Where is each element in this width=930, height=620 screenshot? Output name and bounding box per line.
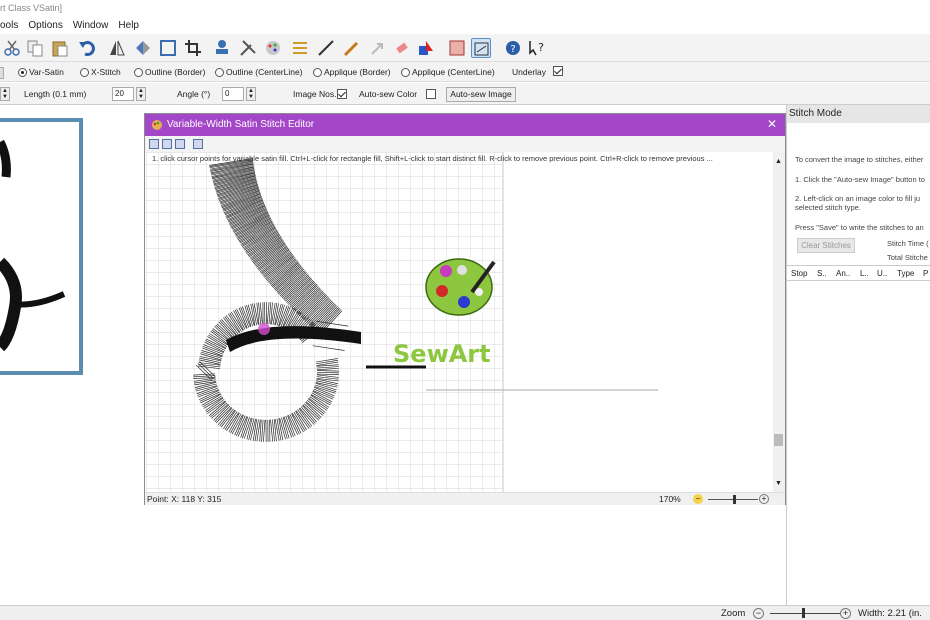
editor-status-bar: Point: X: 118 Y: 315 170% − +: [145, 492, 785, 505]
help-icon[interactable]: ?: [503, 38, 523, 58]
length-spinner[interactable]: ▲ ▼: [136, 87, 146, 101]
frame-icon[interactable]: [158, 38, 178, 58]
zoom-slider-thumb[interactable]: [733, 495, 736, 504]
image-nos-checkbox[interactable]: [337, 88, 347, 99]
underlay-checkbox[interactable]: [553, 66, 563, 76]
mode-outline-centerline[interactable]: Outline (CenterLine): [215, 67, 303, 77]
column-header[interactable]: Stop: [791, 269, 807, 278]
length-input[interactable]: 20: [112, 87, 134, 101]
eraser-icon[interactable]: [392, 38, 412, 58]
save-icon[interactable]: [149, 139, 159, 149]
angle-input[interactable]: 0: [222, 87, 244, 101]
stitch-table-header: Stop S.. An.. L.. U.. Type P: [787, 265, 930, 281]
cut-icon[interactable]: [2, 38, 22, 58]
length-prev-spinner[interactable]: ▲ ▼: [0, 87, 10, 101]
mode-applique-border[interactable]: Applique (Border): [313, 67, 391, 77]
editor-app-icon: [151, 119, 163, 131]
angle-spinner[interactable]: ▲ ▼: [246, 87, 256, 101]
zoom-percent: 170%: [659, 494, 681, 504]
editor-toolbar: [145, 136, 785, 152]
panel-text-line: Press "Save" to write the stitches to an: [795, 223, 924, 232]
auto-sew-image-button[interactable]: Auto-sew Image: [446, 87, 516, 102]
svg-text:?: ?: [510, 44, 515, 55]
image-icon[interactable]: [175, 139, 185, 149]
main-zoom-slider[interactable]: [770, 613, 840, 614]
satin-stitch-editor-window: Variable-Width Satin Stitch Editor ✕ Sew…: [144, 113, 786, 505]
menu-options[interactable]: Options: [28, 20, 62, 31]
pencil-icon[interactable]: [342, 38, 362, 58]
stitch-mode-panel: Stitch Mode To convert the image to stit…: [786, 105, 930, 605]
tools-icon[interactable]: [238, 38, 258, 58]
open-icon[interactable]: [162, 139, 172, 149]
panel-text-line: 1. Click the "Auto-sew Image" button to: [795, 175, 925, 184]
clear-stitches-button[interactable]: Clear Stitches: [797, 238, 855, 253]
panel-text-line: To convert the image to stitches, either: [795, 155, 924, 164]
column-header[interactable]: Type: [897, 269, 914, 278]
column-header[interactable]: P: [923, 269, 928, 278]
angle-label: Angle (°): [177, 89, 211, 99]
satin-editor-icon[interactable]: [471, 38, 491, 58]
flip-icon[interactable]: [133, 38, 153, 58]
editor-canvas[interactable]: SewArt 1. click cursor points for variab…: [146, 152, 773, 492]
mode-var-satin[interactable]: Var-Satin: [18, 67, 64, 77]
editor-title: Variable-Width Satin Stitch Editor: [145, 114, 785, 136]
refresh-icon[interactable]: [193, 139, 203, 149]
parameter-bar: ▲ ▼ Length (0.1 mm) 20 ▲ ▼ Angle (°) 0 ▲ ▼ …: [0, 83, 930, 105]
stitch-mode-bar: Var-Satin X-Stitch Outline (Border) Outl…: [0, 62, 930, 82]
editor-instructions: 1. click cursor points for variable sati…: [152, 154, 713, 163]
panel-text-line: 2. Left-click on an image color to fill …: [795, 194, 921, 203]
panel-text-line: selected stitch type.: [795, 203, 861, 212]
mode-applique-centerline[interactable]: Applique (CenterLine): [401, 67, 495, 77]
editor-vertical-scrollbar[interactable]: ▲ ▼: [773, 152, 785, 492]
stitch-time-label: Stitch Time (: [887, 239, 929, 248]
point-coordinates: Point: X: 118 Y: 315: [147, 494, 222, 504]
toolbar: ? ?: [0, 34, 930, 62]
line-tool-icon[interactable]: [316, 38, 336, 58]
main-image-canvas[interactable]: [0, 118, 83, 375]
column-header[interactable]: U..: [877, 269, 887, 278]
context-help-icon[interactable]: ?: [527, 38, 547, 58]
status-bar: Zoom − + Width: 2.21 (in.: [0, 605, 930, 620]
column-header[interactable]: L..: [860, 269, 869, 278]
menu-bar: ools Options Window Help: [0, 16, 930, 34]
main-zoom-in-icon[interactable]: +: [840, 608, 851, 619]
zoom-in-icon[interactable]: +: [759, 494, 769, 504]
main-zoom-out-icon[interactable]: −: [753, 608, 764, 619]
autosew-color-label: Auto-sew Color: [359, 89, 418, 99]
arrow-tool-icon[interactable]: [368, 38, 388, 58]
length-label: Length (0.1 mm): [24, 89, 87, 99]
image-nos-label: Image Nos.: [293, 89, 337, 99]
mirror-icon[interactable]: [107, 38, 127, 58]
palette-icon[interactable]: [263, 38, 283, 58]
main-zoom-thumb[interactable]: [802, 608, 805, 618]
crop-icon[interactable]: [183, 38, 203, 58]
mode-prev-button[interactable]: [0, 67, 4, 79]
shapes-icon[interactable]: [416, 38, 436, 58]
copy-icon[interactable]: [25, 38, 45, 58]
zoom-out-icon[interactable]: −: [693, 494, 703, 504]
mode-x-stitch[interactable]: X-Stitch: [80, 67, 121, 77]
list-icon[interactable]: [290, 38, 310, 58]
paste-icon[interactable]: [50, 38, 70, 58]
cursor-point: [258, 323, 270, 335]
autosew-color-checkbox[interactable]: [426, 88, 436, 99]
panel-title: Stitch Mode: [787, 105, 930, 123]
menu-help[interactable]: Help: [118, 20, 139, 31]
menu-tools[interactable]: ools: [0, 20, 18, 31]
logo-text: SewArt: [393, 340, 491, 368]
svg-text:?: ?: [538, 41, 544, 54]
total-stitches-label: Total Stitche: [887, 253, 928, 262]
window-title: rt Class VSatin]: [0, 0, 930, 16]
rectangle-select-icon[interactable]: [447, 38, 467, 58]
menu-window[interactable]: Window: [73, 20, 109, 31]
editor-close-button[interactable]: ✕: [767, 117, 777, 131]
undo-icon[interactable]: [77, 38, 97, 58]
underlay-label: Underlay: [512, 67, 547, 77]
stamp-icon[interactable]: [212, 38, 232, 58]
column-header[interactable]: S..: [817, 269, 827, 278]
width-readout: Width: 2.21 (in.: [858, 608, 922, 619]
column-header[interactable]: An..: [836, 269, 850, 278]
zoom-label: Zoom: [721, 608, 746, 619]
mode-outline-border[interactable]: Outline (Border): [134, 67, 205, 77]
